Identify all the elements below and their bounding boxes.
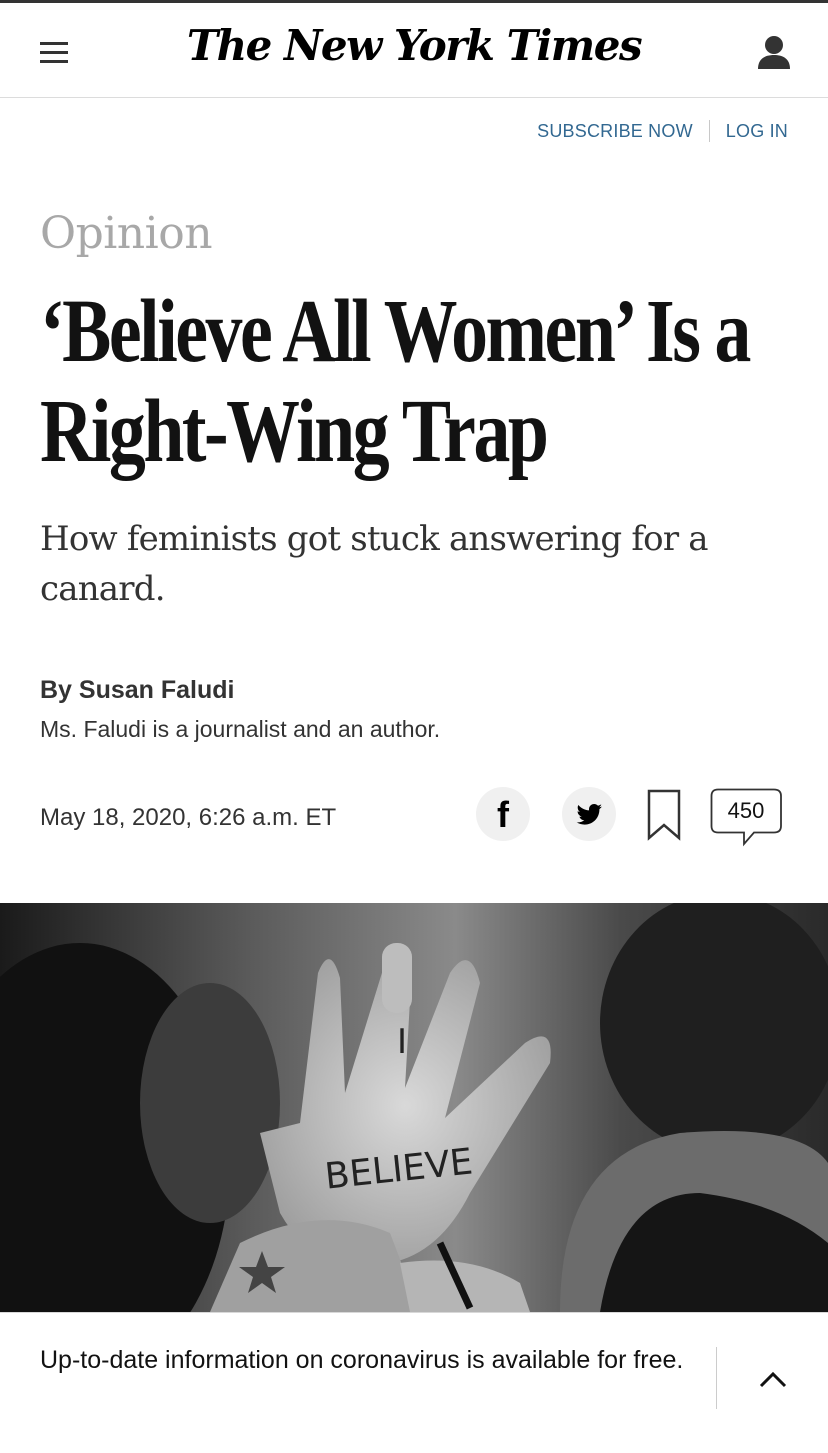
article-headline: ‘Believe All Women’ Is a Right-Wing Trap	[40, 282, 778, 482]
facebook-icon: f	[497, 794, 509, 835]
banner-text[interactable]: Up-to-date information on coronavirus is…	[40, 1343, 690, 1377]
log-in-link[interactable]: LOG IN	[726, 121, 788, 142]
divider	[708, 120, 710, 142]
chevron-up-icon	[759, 1371, 787, 1388]
coronavirus-banner[interactable]: Up-to-date information on coronavirus is…	[0, 1312, 828, 1453]
photo-hand-believe: BELIEVE I	[0, 903, 828, 1312]
headline-line-2: Right-Wing Trap	[40, 382, 549, 481]
facebook-share-button[interactable]: f	[476, 787, 530, 841]
subscribe-now-link[interactable]: SUBSCRIBE NOW	[537, 121, 693, 142]
account-button[interactable]	[752, 31, 796, 75]
twitter-icon	[576, 804, 602, 825]
masthead: The New York Times	[0, 3, 828, 98]
banner-divider	[716, 1347, 717, 1409]
twitter-share-button[interactable]	[562, 787, 616, 841]
article-photo[interactable]: BELIEVE I	[0, 903, 828, 1312]
headline-line-1: ‘Believe All Women’ Is a	[40, 282, 751, 381]
comments-button[interactable]: 450	[710, 788, 784, 848]
nyt-logo[interactable]: The New York Times	[0, 21, 828, 70]
banner-expand-button[interactable]	[748, 1359, 798, 1399]
comment-count: 450	[727, 798, 765, 823]
article-summary: How feminists got stuck answering for a …	[40, 519, 709, 609]
save-article-button[interactable]	[646, 789, 682, 841]
user-icon	[758, 36, 790, 69]
publish-date: May 18, 2020, 6:26 a.m. ET	[40, 804, 337, 831]
byline[interactable]: By Susan Faludi	[40, 676, 234, 705]
author-bio: Ms. Faludi is a journalist and an author…	[40, 716, 441, 742]
bookmark-icon	[647, 789, 681, 841]
section-label[interactable]: Opinion	[40, 208, 213, 259]
subscribe-login-row: SUBSCRIBE NOW LOG IN	[537, 120, 788, 142]
photo-finger-text: I	[397, 1022, 407, 1062]
